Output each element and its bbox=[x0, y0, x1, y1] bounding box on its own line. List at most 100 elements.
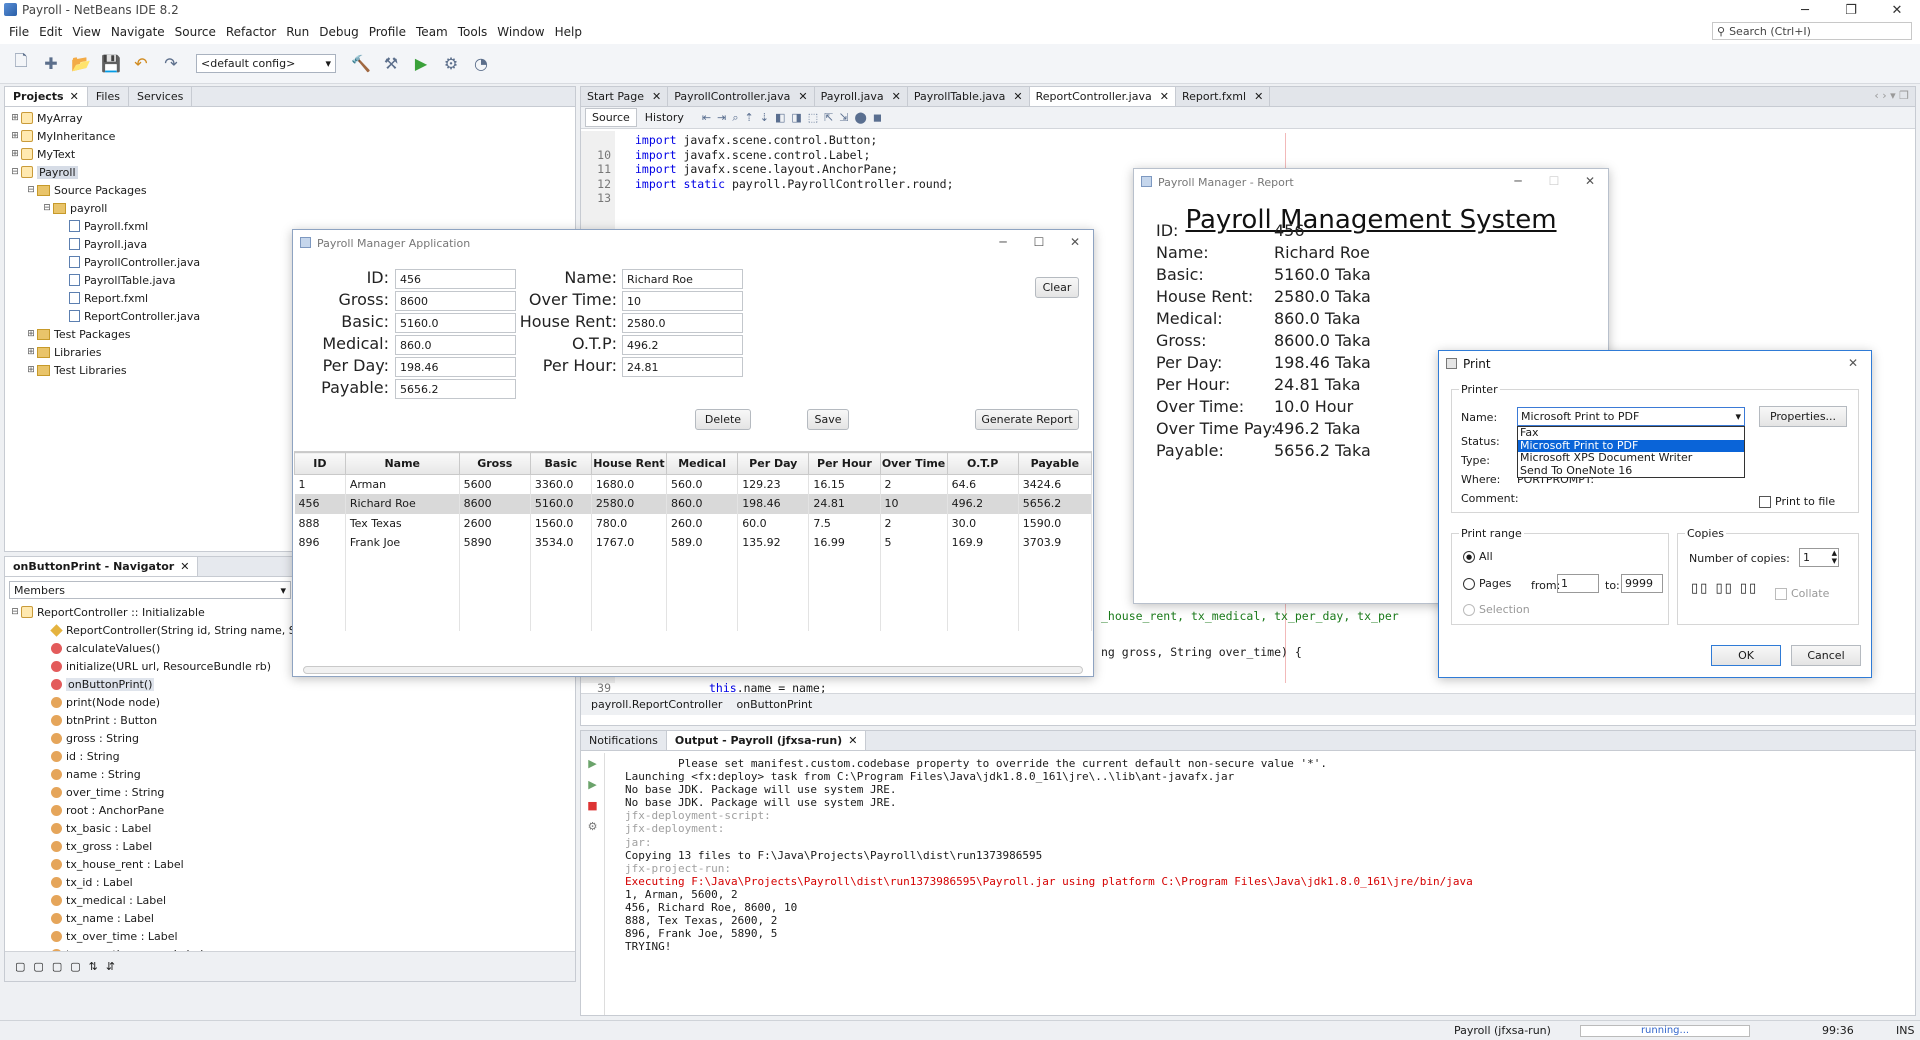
rerun-icon[interactable]: ▶ bbox=[588, 757, 596, 770]
profile-icon[interactable]: ◔ bbox=[468, 51, 494, 77]
sort-name-icon[interactable]: ⇅ bbox=[89, 960, 98, 973]
menu-help[interactable]: Help bbox=[550, 25, 587, 39]
editor-tab[interactable]: PayrollTable.java ✕ bbox=[907, 87, 1030, 106]
from-input[interactable]: 1 bbox=[1557, 574, 1599, 593]
close-icon[interactable]: ✕ bbox=[70, 90, 79, 103]
filter-inherited-icon[interactable]: ▢ bbox=[52, 960, 62, 973]
clean-build-icon[interactable]: ⚒ bbox=[378, 51, 404, 77]
navigator-member[interactable]: tx_over_time : Label bbox=[5, 927, 575, 945]
editor-tab[interactable]: Report.fxml ✕ bbox=[1175, 87, 1271, 106]
cancel-button[interactable]: Cancel bbox=[1791, 645, 1861, 666]
report-close-button[interactable]: ✕ bbox=[1572, 169, 1608, 193]
delete-button[interactable]: Delete bbox=[695, 409, 751, 430]
range-selection-radio[interactable] bbox=[1463, 603, 1475, 616]
field-input[interactable]: 198.46 bbox=[395, 357, 516, 377]
report-minimize-button[interactable]: ─ bbox=[1500, 169, 1536, 193]
collate-checkbox[interactable] bbox=[1775, 587, 1787, 600]
printer-name-select[interactable]: Microsoft Print to PDF ▾ bbox=[1517, 407, 1745, 426]
navigator-member[interactable]: id : String bbox=[5, 747, 575, 765]
expand-toggle-icon[interactable]: ⊟ bbox=[25, 185, 37, 195]
table-row[interactable]: 888 Tex Texas 2600 1560.0 780.0 260.0 60.0 7.5 2… bbox=[294, 513, 1093, 533]
navigator-member[interactable]: print(Node node) bbox=[5, 693, 575, 711]
menu-profile[interactable]: Profile bbox=[364, 25, 411, 39]
editor-action-icons[interactable]: ⇤⇥⌕⇡⇣◧◨⬚⇱⇲⬤◼ bbox=[702, 111, 888, 125]
clear-button[interactable]: Clear bbox=[1035, 277, 1079, 298]
tab-projects[interactable]: Projects ✕ bbox=[5, 87, 88, 106]
range-all-radio[interactable]: ● bbox=[1463, 550, 1475, 563]
navigator-member[interactable]: tx_id : Label bbox=[5, 873, 575, 891]
close-icon[interactable]: ✕ bbox=[798, 90, 807, 103]
table-horizontal-scrollbar[interactable] bbox=[303, 666, 1083, 674]
navigator-tab[interactable]: onButtonPrint - Navigator ✕ bbox=[5, 557, 199, 576]
close-icon[interactable]: ✕ bbox=[1160, 90, 1169, 103]
rerun-params-icon[interactable]: ▶ bbox=[588, 778, 596, 791]
output-console[interactable]: Please set manifest.custom.codebase prop… bbox=[625, 757, 1473, 953]
expand-toggle-icon[interactable]: ⊞ bbox=[25, 329, 37, 339]
column-header[interactable]: Payable bbox=[1017, 452, 1093, 475]
printer-option[interactable]: Send To OneNote 16 bbox=[1518, 464, 1744, 478]
new-project-icon[interactable]: ✚ bbox=[38, 51, 64, 77]
column-header[interactable]: Per Hour bbox=[808, 452, 881, 475]
menu-refactor[interactable]: Refactor bbox=[221, 25, 281, 39]
new-file-icon[interactable]: 🗋 bbox=[8, 51, 34, 77]
tree-node[interactable]: ⊞ MyInheritance bbox=[5, 127, 575, 145]
run-icon[interactable]: ▶ bbox=[408, 51, 434, 77]
field-input[interactable]: 2580.0 bbox=[622, 313, 743, 333]
members-filter[interactable]: Members ▾ bbox=[9, 581, 291, 599]
save-all-icon[interactable]: 💾 bbox=[98, 51, 124, 77]
build-icon[interactable]: 🔨 bbox=[348, 51, 374, 77]
navigator-member[interactable]: onButtonPrint() bbox=[5, 675, 575, 693]
close-icon[interactable]: ✕ bbox=[180, 560, 189, 573]
range-all-option[interactable]: ● All bbox=[1463, 550, 1493, 563]
navigator-member[interactable]: tx_gross : Label bbox=[5, 837, 575, 855]
search-box[interactable]: ⚲ Search (Ctrl+I) bbox=[1712, 22, 1912, 40]
filter-private-icon[interactable]: ▢ bbox=[70, 960, 80, 973]
column-header[interactable]: House Rent bbox=[590, 452, 668, 475]
column-header[interactable]: Per Day bbox=[737, 452, 810, 475]
expand-toggle-icon[interactable]: ⊞ bbox=[9, 149, 21, 159]
spinner-icon[interactable]: ▲ ▼ bbox=[1832, 549, 1837, 565]
filter-static-icon[interactable]: ▢ bbox=[33, 960, 43, 973]
navigator-member[interactable]: root : AnchorPane bbox=[5, 801, 575, 819]
debug-icon[interactable]: ⚙ bbox=[438, 51, 464, 77]
menu-tools[interactable]: Tools bbox=[453, 25, 493, 39]
app-close-button[interactable]: ✕ bbox=[1057, 230, 1093, 254]
editor-tab[interactable]: ReportController.java ✕ bbox=[1029, 87, 1176, 106]
collapse-icon[interactable]: ⊟ bbox=[9, 607, 21, 617]
editor-tab[interactable]: Payroll.java ✕ bbox=[814, 87, 908, 106]
menu-source[interactable]: Source bbox=[170, 25, 221, 39]
settings-icon[interactable]: ⚙ bbox=[588, 820, 598, 833]
navigator-member[interactable]: btnPrint : Button bbox=[5, 711, 575, 729]
status-progress[interactable]: running... bbox=[1580, 1025, 1750, 1037]
redo-icon[interactable]: ↷ bbox=[158, 51, 184, 77]
print-close-button[interactable]: ✕ bbox=[1835, 351, 1871, 375]
navigator-member[interactable]: gross : String bbox=[5, 729, 575, 747]
navigator-member[interactable]: name : String bbox=[5, 765, 575, 783]
navigator-member[interactable]: tx_house_rent : Label bbox=[5, 855, 575, 873]
printer-option[interactable]: Microsoft XPS Document Writer bbox=[1518, 451, 1744, 465]
column-header[interactable]: Name bbox=[344, 452, 460, 475]
range-pages-option[interactable]: Pages bbox=[1463, 577, 1511, 590]
close-icon[interactable]: ✕ bbox=[848, 734, 857, 747]
table-row[interactable]: 896 Frank Joe 5890 3534.0 1767.0 589.0 135.92 1… bbox=[294, 533, 1093, 553]
minimize-button[interactable]: ─ bbox=[1782, 0, 1828, 20]
range-selection-option[interactable]: Selection bbox=[1463, 603, 1530, 616]
field-input[interactable]: 5160.0 bbox=[395, 313, 516, 333]
close-icon[interactable]: ✕ bbox=[652, 90, 661, 103]
to-input[interactable]: 9999 bbox=[1621, 574, 1663, 593]
config-select[interactable]: <default config> ▾ bbox=[196, 54, 336, 73]
column-header[interactable]: Basic bbox=[529, 452, 592, 475]
tab-services[interactable]: Services bbox=[128, 87, 193, 106]
sort-source-icon[interactable]: ⇵ bbox=[106, 960, 115, 973]
field-input[interactable]: Richard Roe bbox=[622, 269, 743, 289]
navigator-member[interactable]: tx_name : Label bbox=[5, 909, 575, 927]
tree-node[interactable]: ⊟ Payroll bbox=[5, 163, 575, 181]
source-view-tab[interactable]: Source bbox=[585, 108, 637, 127]
tree-node[interactable]: ⊟ Source Packages bbox=[5, 181, 575, 199]
printer-option[interactable]: Fax bbox=[1518, 426, 1744, 440]
expand-toggle-icon[interactable]: ⊟ bbox=[41, 203, 53, 213]
generate-report-button[interactable]: Generate Report bbox=[975, 409, 1079, 430]
menu-edit[interactable]: Edit bbox=[34, 25, 67, 39]
column-header[interactable]: O.T.P bbox=[946, 452, 1019, 475]
field-input[interactable]: 860.0 bbox=[395, 335, 516, 355]
